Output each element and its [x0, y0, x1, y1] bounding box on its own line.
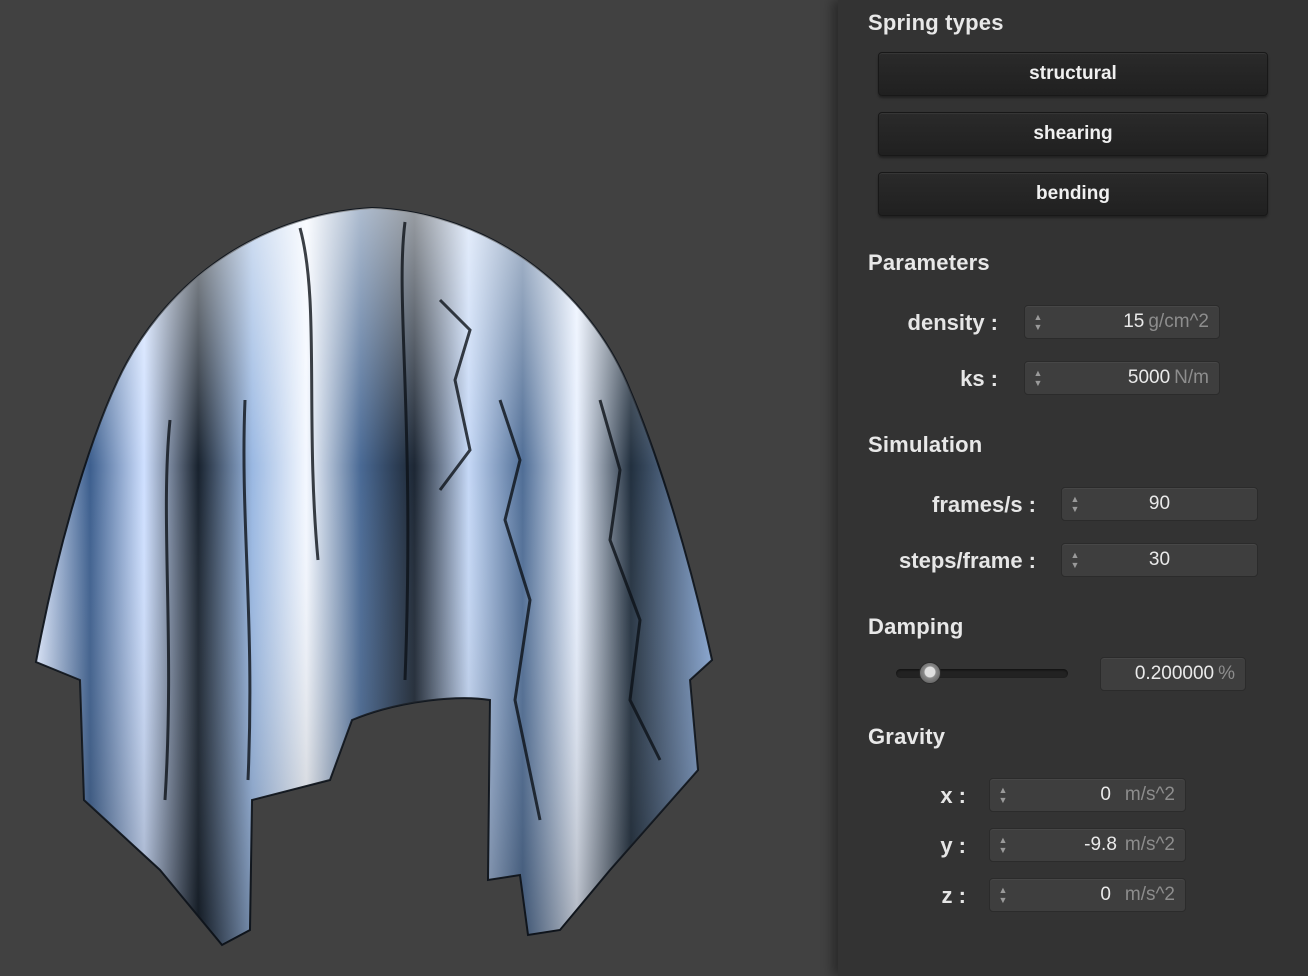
steps-label: steps/frame :: [899, 548, 1036, 573]
gravity-x-value[interactable]: 0: [1014, 784, 1111, 806]
gravity-z-unit: m/s^2: [1124, 884, 1175, 905]
gravity-y-label: y :: [940, 833, 966, 858]
damping-unit: %: [1218, 663, 1235, 684]
damping-value[interactable]: 0.200000: [1101, 663, 1214, 685]
spinner-arrows-icon[interactable]: ▲ ▼: [1064, 488, 1086, 520]
density-unit: g/cm^2: [1148, 311, 1209, 332]
gravity-x-label: x :: [940, 783, 966, 808]
ks-label: ks :: [960, 366, 998, 391]
gravity-title: Gravity: [868, 724, 946, 749]
ks-value[interactable]: 5000: [1049, 367, 1170, 389]
frames-spinbox[interactable]: ▲ ▼ 90: [1061, 487, 1258, 521]
spinner-arrows-icon[interactable]: ▲ ▼: [992, 879, 1014, 911]
steps-spinbox[interactable]: ▲ ▼ 30: [1061, 543, 1258, 577]
gravity-y-unit: m/s^2: [1124, 834, 1175, 855]
shearing-button[interactable]: shearing: [878, 112, 1268, 156]
frames-value[interactable]: 90: [1086, 493, 1233, 515]
ks-unit: N/m: [1174, 367, 1209, 388]
3d-viewport[interactable]: [0, 0, 838, 976]
gravity-y-spinbox[interactable]: ▲ ▼ -9.8 m/s^2: [989, 828, 1186, 862]
gravity-x-unit: m/s^2: [1124, 784, 1175, 805]
cloth-render: [34, 206, 714, 947]
spinner-arrows-icon[interactable]: ▲ ▼: [1027, 362, 1049, 394]
damping-slider-handle[interactable]: [919, 662, 942, 684]
gravity-z-value[interactable]: 0: [1014, 884, 1111, 906]
steps-value[interactable]: 30: [1086, 549, 1233, 571]
spinner-arrows-icon[interactable]: ▲ ▼: [1027, 306, 1049, 338]
frames-label: frames/s :: [932, 492, 1036, 517]
gravity-z-spinbox[interactable]: ▲ ▼ 0 m/s^2: [989, 878, 1186, 912]
settings-panel: Spring types structural shearing bending…: [838, 0, 1308, 976]
damping-title: Damping: [868, 614, 964, 639]
structural-button[interactable]: structural: [878, 52, 1268, 96]
gravity-y-value[interactable]: -9.8: [1014, 834, 1117, 856]
density-spinbox[interactable]: ▲ ▼ 15 g/cm^2: [1024, 305, 1220, 339]
spinner-arrows-icon[interactable]: ▲ ▼: [992, 829, 1014, 861]
density-label: density :: [907, 310, 998, 335]
parameters-title: Parameters: [868, 250, 990, 275]
ks-spinbox[interactable]: ▲ ▼ 5000 N/m: [1024, 361, 1220, 395]
gravity-x-spinbox[interactable]: ▲ ▼ 0 m/s^2: [989, 778, 1186, 812]
damping-value-field[interactable]: 0.200000 %: [1100, 657, 1246, 691]
spinner-arrows-icon[interactable]: ▲ ▼: [992, 779, 1014, 811]
simulation-title: Simulation: [868, 432, 983, 457]
bending-button[interactable]: bending: [878, 172, 1268, 216]
density-value[interactable]: 15: [1049, 311, 1144, 333]
spinner-arrows-icon[interactable]: ▲ ▼: [1064, 544, 1086, 576]
gravity-z-label: z :: [941, 883, 966, 908]
spring-types-title: Spring types: [868, 10, 1004, 35]
